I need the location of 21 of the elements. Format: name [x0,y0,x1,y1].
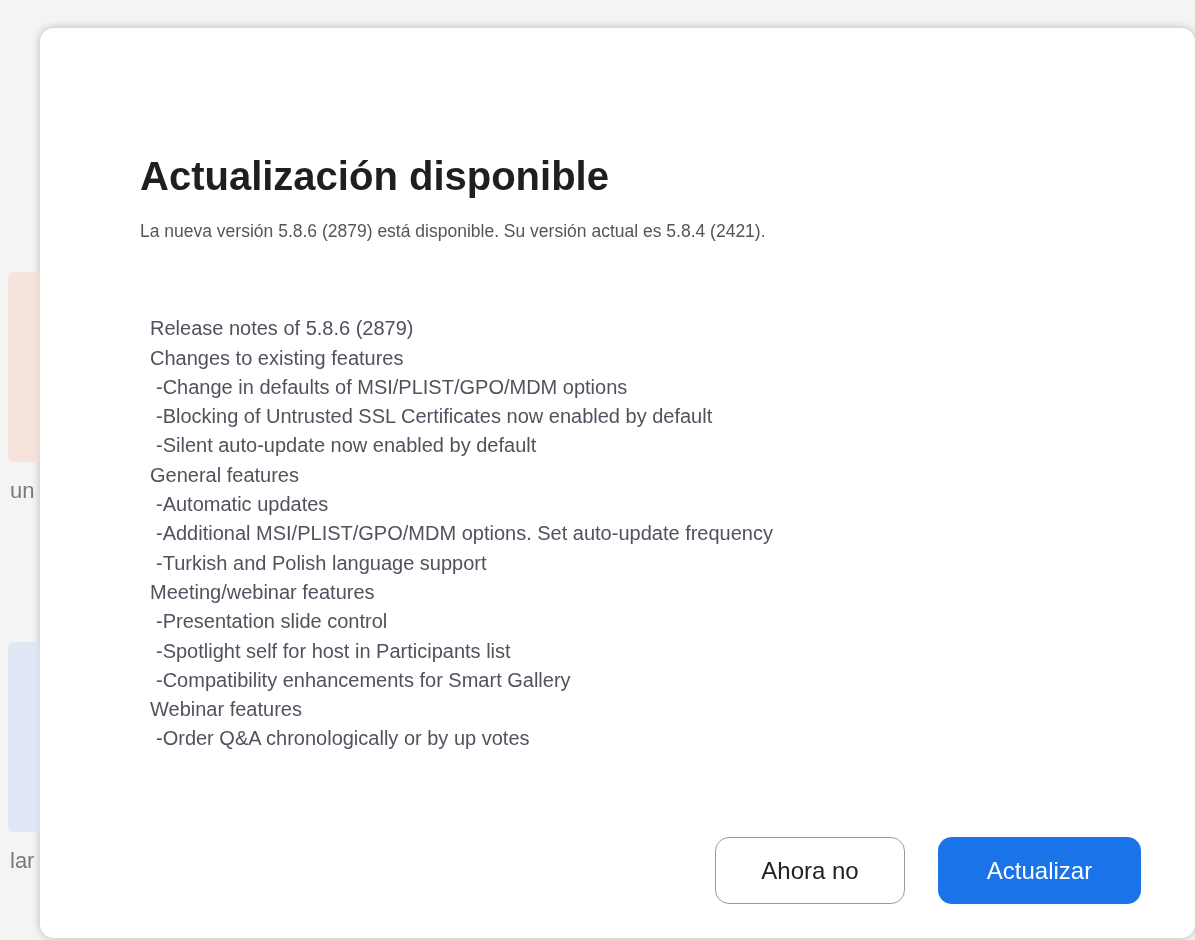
release-notes-item: -Spotlight self for host in Participants list [155,638,512,664]
release-notes-item: -Silent auto-update now enabled by default [155,433,538,459]
dialog-title: Actualización disponible [140,156,610,196]
release-notes-item: -Order Q&A chronologically or by up votes [155,726,531,752]
update-button[interactable]: Actualizar [938,837,1141,904]
release-notes-heading: Meeting/webinar features [150,579,376,605]
tile-label: lar [9,850,36,872]
release-notes-item: -Additional MSI/PLIST/GPO/MDM options. Set auto-update frequency [155,521,774,547]
release-notes-item: -Presentation slide control [155,609,389,635]
release-notes-heading: Changes to existing features [150,345,405,371]
release-notes-item: -Automatic updates [155,492,330,518]
release-notes-item: -Blocking of Untrusted SSL Certificates now enabled by default [155,404,714,430]
dialog-subtitle: La nueva versión 5.8.6 (2879) está disponible. Su versión actual es 5.8.4 (2421). [140,220,767,243]
release-notes-item: -Compatibility enhancements for Smart Gallery [155,667,572,693]
release-notes-heading: Webinar features [150,697,303,723]
release-notes-heading: Release notes of 5.8.6 (2879) [150,316,415,342]
release-notes-item: -Change in defaults of MSI/PLIST/GPO/MDM options [155,374,629,400]
tile-label: un [9,480,36,502]
release-notes-item: -Turkish and Polish language support [155,550,488,576]
not-now-button[interactable]: Ahora no [715,837,905,904]
release-notes-heading: General features [150,462,300,488]
